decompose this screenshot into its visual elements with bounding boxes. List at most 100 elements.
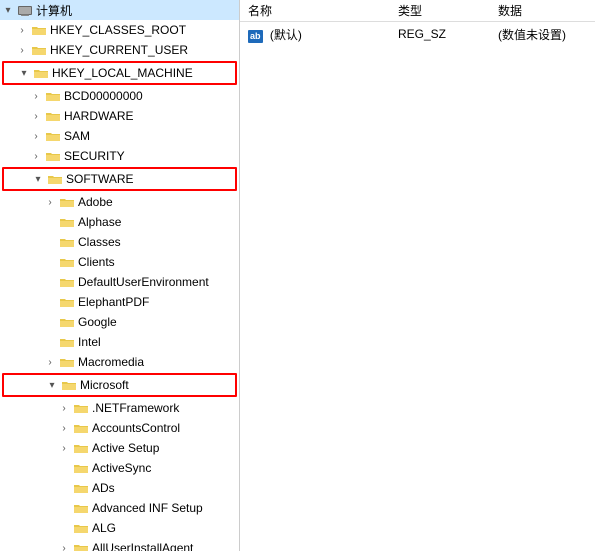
folder-icon-microsoft: [61, 378, 77, 392]
sam-expand-icon[interactable]: ›: [30, 130, 42, 142]
bcd-expand-icon[interactable]: ›: [30, 90, 42, 102]
ads-label: ADs: [92, 481, 115, 495]
macromedia-expand-icon[interactable]: ›: [44, 356, 56, 368]
macromedia-label: Macromedia: [78, 355, 144, 369]
root-expand-icon[interactable]: ▾: [2, 4, 14, 16]
tree-item-intel[interactable]: Intel: [0, 332, 239, 352]
bcd-label: BCD00000000: [64, 89, 143, 103]
folder-icon-bcd: [45, 89, 61, 103]
folder-icon-intel: [59, 335, 75, 349]
tree-item-software[interactable]: ▾ SOFTWARE: [4, 169, 235, 189]
tree-item-google[interactable]: Google: [0, 312, 239, 332]
tree-item-ads[interactable]: ADs: [0, 478, 239, 498]
tree-item-hkcr[interactable]: › HKEY_CLASSES_ROOT: [0, 20, 239, 40]
folder-icon-ads: [73, 481, 89, 495]
folder-icon-hkcr: [31, 23, 47, 37]
tree-item-activesetup[interactable]: › Active Setup: [0, 438, 239, 458]
tree-item-accountscontrol[interactable]: › AccountsControl: [0, 418, 239, 438]
tree-root[interactable]: ▾ 计算机: [0, 0, 239, 20]
elephantpdf-label: ElephantPDF: [78, 295, 149, 309]
tree-item-adobe[interactable]: › Adobe: [0, 192, 239, 212]
tree-item-hkcu[interactable]: › HKEY_CURRENT_USER: [0, 40, 239, 60]
tree-item-bcd[interactable]: › BCD00000000: [0, 86, 239, 106]
software-expand-icon[interactable]: ▾: [32, 173, 44, 185]
allusersinstallagent-expand-icon[interactable]: ›: [58, 542, 70, 551]
folder-icon-adobe: [59, 195, 75, 209]
hardware-expand-icon[interactable]: ›: [30, 110, 42, 122]
right-panel: 名称 类型 数据 ab (默认) REG_SZ (数值未设置): [240, 0, 595, 551]
security-expand-icon[interactable]: ›: [30, 150, 42, 162]
folder-icon-macromedia: [59, 355, 75, 369]
data-cell-value: (数值未设置): [498, 26, 587, 43]
accountscontrol-expand-icon[interactable]: ›: [58, 422, 70, 434]
tree-item-security[interactable]: › SECURITY: [0, 146, 239, 166]
alg-label: ALG: [92, 521, 116, 535]
tree-panel: ▾ 计算机 › HKEY_CLASSES_ROOT: [0, 0, 240, 551]
clients-label: Clients: [78, 255, 115, 269]
alphase-label: Alphase: [78, 215, 121, 229]
hklm-expand-icon[interactable]: ▾: [18, 67, 30, 79]
tree-item-hklm[interactable]: ▾ HKEY_LOCAL_MACHINE: [4, 63, 235, 83]
data-row-default[interactable]: ab (默认) REG_SZ (数值未设置): [240, 24, 595, 44]
right-panel-content: ab (默认) REG_SZ (数值未设置): [240, 22, 595, 551]
advancedinfsetup-label: Advanced INF Setup: [92, 501, 203, 515]
folder-icon-activesetup: [73, 441, 89, 455]
folder-icon-google: [59, 315, 75, 329]
col-header-type: 类型: [398, 2, 498, 19]
main-container: ▾ 计算机 › HKEY_CLASSES_ROOT: [0, 0, 595, 551]
col-header-data: 数据: [498, 2, 587, 19]
tree-item-advancedinfsetup[interactable]: Advanced INF Setup: [0, 498, 239, 518]
microsoft-label: Microsoft: [80, 378, 129, 392]
netframework-expand-icon[interactable]: ›: [58, 402, 70, 414]
tree-item-defaultuserenv[interactable]: DefaultUserEnvironment: [0, 272, 239, 292]
data-cell-type: REG_SZ: [398, 27, 498, 41]
activesetup-label: Active Setup: [92, 441, 159, 455]
accountscontrol-label: AccountsControl: [92, 421, 180, 435]
hkcu-expand-icon[interactable]: ›: [16, 44, 28, 56]
adobe-expand-icon[interactable]: ›: [44, 196, 56, 208]
root-label: 计算机: [36, 2, 72, 19]
hkcr-expand-icon[interactable]: ›: [16, 24, 28, 36]
tree-item-microsoft[interactable]: ▾ Microsoft: [4, 375, 235, 395]
folder-icon-defaultuserenv: [59, 275, 75, 289]
intel-label: Intel: [78, 335, 101, 349]
classes-label: Classes: [78, 235, 121, 249]
tree-item-sam[interactable]: › SAM: [0, 126, 239, 146]
security-label: SECURITY: [64, 149, 125, 163]
folder-icon-classes: [59, 235, 75, 249]
google-label: Google: [78, 315, 117, 329]
software-highlight-box: ▾ SOFTWARE: [2, 167, 237, 191]
folder-icon-hkcu: [31, 43, 47, 57]
folder-icon-advancedinfsetup: [73, 501, 89, 515]
adobe-label: Adobe: [78, 195, 113, 209]
folder-icon-elephantpdf: [59, 295, 75, 309]
folder-icon-netframework: [73, 401, 89, 415]
tree-item-elephantpdf[interactable]: ElephantPDF: [0, 292, 239, 312]
computer-icon: [17, 3, 33, 17]
tree-item-allusersinstallagent[interactable]: › AllUserInstallAgent: [0, 538, 239, 551]
folder-icon-clients: [59, 255, 75, 269]
folder-icon-alg: [73, 521, 89, 535]
software-label: SOFTWARE: [66, 172, 134, 186]
folder-icon-software: [47, 172, 63, 186]
tree-item-alg[interactable]: ALG: [0, 518, 239, 538]
tree-item-macromedia[interactable]: › Macromedia: [0, 352, 239, 372]
folder-icon-security: [45, 149, 61, 163]
data-row-name-label: (默认): [270, 28, 302, 42]
folder-icon-sam: [45, 129, 61, 143]
tree-item-hardware[interactable]: › HARDWARE: [0, 106, 239, 126]
tree-item-clients[interactable]: Clients: [0, 252, 239, 272]
folder-icon-accountscontrol: [73, 421, 89, 435]
tree-content[interactable]: ▾ 计算机 › HKEY_CLASSES_ROOT: [0, 0, 239, 551]
tree-item-netframework[interactable]: › .NETFramework: [0, 398, 239, 418]
activesetup-expand-icon[interactable]: ›: [58, 442, 70, 454]
folder-icon-hardware: [45, 109, 61, 123]
hklm-highlight-box: ▾ HKEY_LOCAL_MACHINE: [2, 61, 237, 85]
activesync-label: ActiveSync: [92, 461, 151, 475]
tree-item-classes[interactable]: Classes: [0, 232, 239, 252]
tree-item-alphase[interactable]: Alphase: [0, 212, 239, 232]
microsoft-expand-icon[interactable]: ▾: [46, 379, 58, 391]
ab-icon: ab: [248, 30, 263, 43]
tree-item-activesync[interactable]: ActiveSync: [0, 458, 239, 478]
folder-icon-hklm: [33, 66, 49, 80]
